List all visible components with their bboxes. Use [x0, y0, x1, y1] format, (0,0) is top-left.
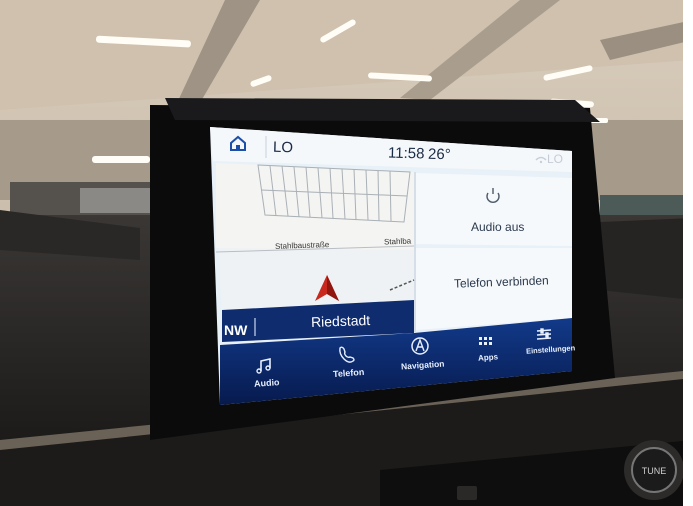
- dashboard-top: [600, 218, 693, 300]
- tune-knob-label: TUNE: [642, 466, 667, 476]
- audio-status-label: Audio aus: [471, 220, 525, 234]
- audio-panel[interactable]: [416, 173, 572, 246]
- photo-scene: TUNE LO 11:58 26° LO Stahlbaustraße Stah…: [0, 0, 693, 506]
- location-label: Riedstadt: [310, 311, 371, 331]
- image-edge: [683, 0, 693, 506]
- media-button[interactable]: [457, 486, 477, 500]
- map-street-label-2: Stahlba: [383, 236, 412, 247]
- parked-car-window: [80, 188, 150, 213]
- volume-right-label: LO: [547, 152, 564, 166]
- ceiling-light: [92, 156, 150, 163]
- map-street-label: Stahlbaustraße: [274, 240, 330, 251]
- scene-svg: TUNE: [0, 0, 693, 506]
- nav-apps-label[interactable]: Apps: [478, 352, 499, 362]
- clock: 11:58: [387, 144, 425, 163]
- heading-label: NW: [224, 322, 248, 338]
- volume-left-label: LO: [272, 138, 294, 157]
- nav-audio-label[interactable]: Audio: [254, 377, 280, 389]
- bezel-top: [165, 98, 600, 122]
- temperature: 26°: [427, 145, 451, 164]
